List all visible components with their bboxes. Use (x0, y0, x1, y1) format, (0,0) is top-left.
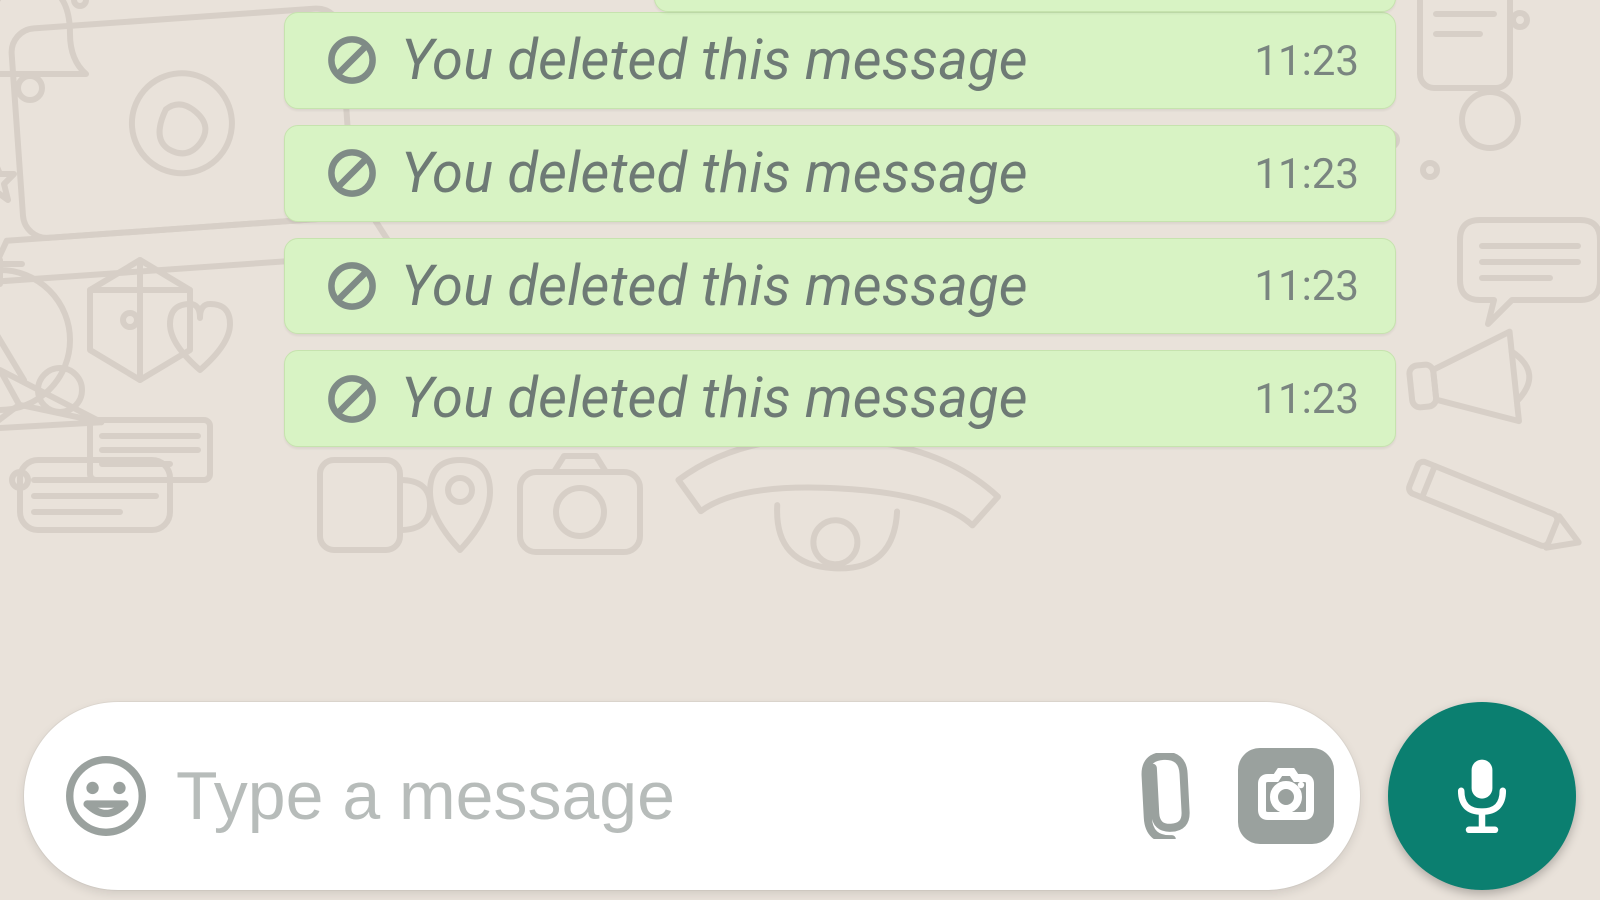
chat-message-list: You deleted this message 11:23 You delet… (0, 0, 1600, 760)
message-bubble-partial (654, 0, 1396, 12)
message-timestamp: 11:23 (1254, 150, 1359, 199)
message-bubble[interactable]: You deleted this message 11:23 (284, 12, 1396, 109)
prohibited-icon (325, 33, 379, 87)
camera-button[interactable] (1238, 748, 1334, 844)
deleted-message-text: You deleted this message (401, 257, 1222, 316)
prohibited-icon (325, 259, 379, 313)
mic-icon (1443, 757, 1521, 835)
message-bubble[interactable]: You deleted this message 11:23 (284, 238, 1396, 335)
attach-icon (1117, 753, 1203, 839)
voice-record-button[interactable] (1388, 702, 1576, 890)
camera-icon (1254, 764, 1318, 828)
deleted-message-text: You deleted this message (401, 31, 1222, 90)
composer-bar (24, 702, 1576, 890)
composer-pill (24, 702, 1360, 890)
prohibited-icon (325, 146, 379, 200)
emoji-icon (63, 753, 149, 839)
emoji-button[interactable] (58, 748, 154, 844)
prohibited-icon (325, 372, 379, 426)
attach-button[interactable] (1112, 748, 1208, 844)
message-input[interactable] (174, 701, 1092, 891)
deleted-message-text: You deleted this message (401, 144, 1222, 203)
message-timestamp: 11:23 (1254, 375, 1359, 424)
message-bubble[interactable]: You deleted this message 11:23 (284, 350, 1396, 447)
message-timestamp: 11:23 (1254, 37, 1359, 86)
message-bubble[interactable]: You deleted this message 11:23 (284, 125, 1396, 222)
deleted-message-text: You deleted this message (401, 369, 1222, 428)
message-timestamp: 11:23 (1254, 262, 1359, 311)
